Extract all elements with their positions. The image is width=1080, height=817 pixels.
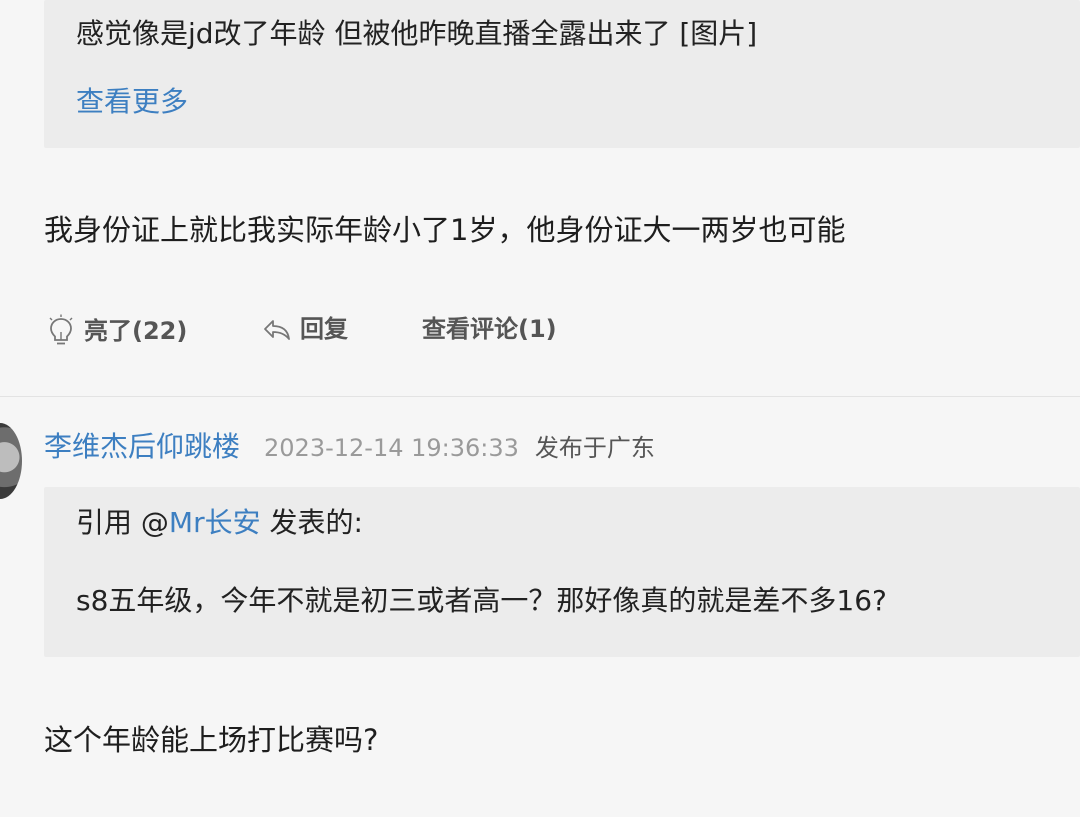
quote-suffix: 发表的: [260, 506, 363, 539]
quote-block: 感觉像是jd改了年龄 但被他昨晚直播全露出来了 [图片] 查看更多 [44, 0, 1080, 148]
post-item: 感觉像是jd改了年龄 但被他昨晚直播全露出来了 [图片] 查看更多 我身份证上就… [0, 0, 1080, 396]
mention-link[interactable]: Mr长安 [169, 505, 261, 541]
like-button[interactable]: 亮了(22) [46, 314, 187, 348]
quote-text: 感觉像是jd改了年龄 但被他昨晚直播全露出来了 [图片] [76, 17, 758, 50]
like-label: 亮了(22) [84, 317, 188, 345]
quote-block: 引用 @ Mr长安 发表的: s8五年级，今年不就是初三或者高一？那好像真的就是… [44, 487, 1080, 657]
quote-text: s8五年级，今年不就是初三或者高一？那好像真的就是差不多16? [76, 584, 887, 617]
post-location: 发布于广东 [534, 434, 655, 462]
post-body: 我身份证上就比我实际年龄小了1岁，他身份证大一两岁也可能 [44, 213, 846, 247]
reply-button[interactable]: 回复 [262, 314, 348, 344]
avatar[interactable] [0, 423, 22, 499]
post-header: 李维杰后仰跳楼 2023-12-14 19:36:33 发布于广东 [44, 425, 655, 465]
username-link[interactable]: 李维杰后仰跳楼 [44, 425, 240, 465]
view-comments-label: 查看评论(1) [422, 315, 557, 343]
post-timestamp: 2023-12-14 19:36:33 [264, 434, 519, 462]
view-more-link[interactable]: 查看更多 [76, 84, 188, 120]
reply-label: 回复 [300, 315, 348, 343]
view-comments-button[interactable]: 查看评论(1) [422, 314, 557, 344]
quote-prefix: 引用 @ [76, 506, 169, 539]
lightbulb-icon [46, 314, 76, 348]
reply-arrow-icon [262, 314, 292, 344]
post-item: 李维杰后仰跳楼 2023-12-14 19:36:33 发布于广东 引用 @ M… [0, 397, 1080, 817]
quote-header: 引用 @ Mr长安 发表的: [76, 505, 363, 541]
post-body: 这个年龄能上场打比赛吗? [44, 723, 379, 757]
